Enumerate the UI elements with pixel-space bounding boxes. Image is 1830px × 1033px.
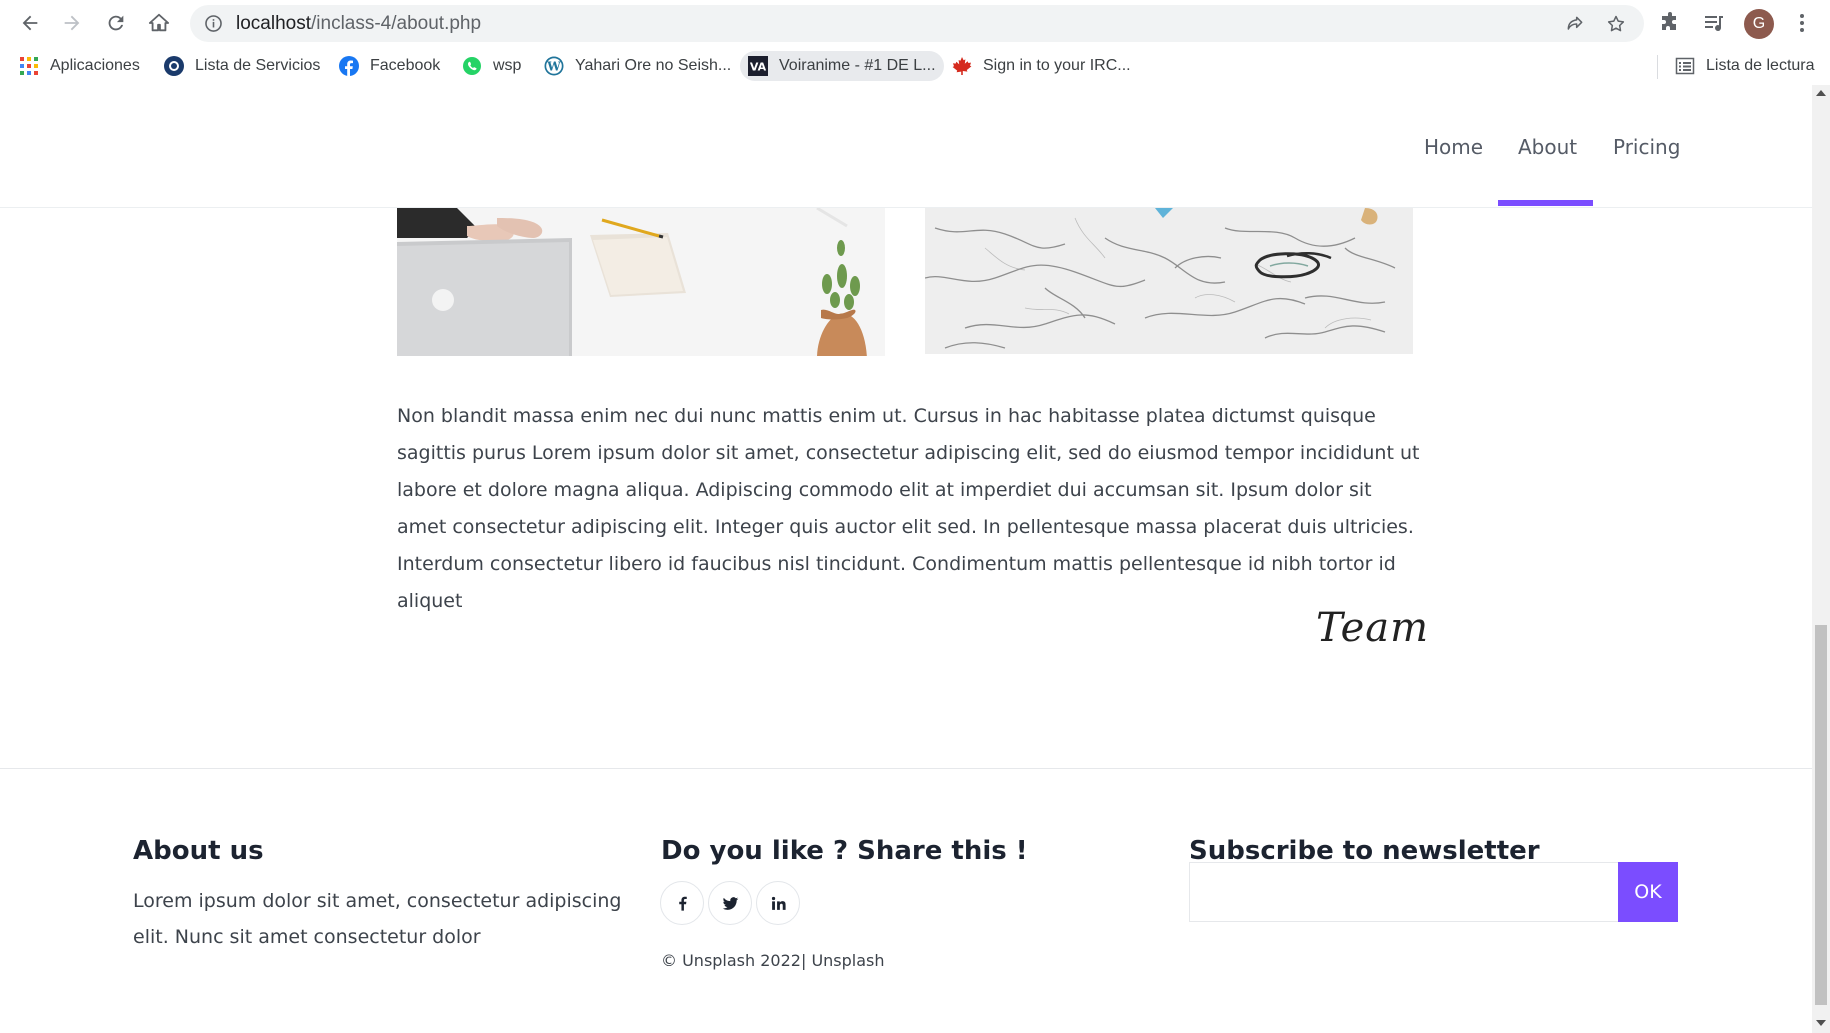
- site-footer: About us Lorem ipsum dolor sit amet, con…: [0, 768, 1812, 1033]
- back-button[interactable]: [15, 8, 45, 38]
- arrow-right-icon: [64, 15, 80, 31]
- voiranime-icon: VA: [748, 56, 768, 76]
- twitter-icon: [722, 896, 738, 910]
- reading-list-label: Lista de lectura: [1706, 57, 1815, 74]
- bookmark-label: wsp: [493, 57, 522, 74]
- page-scrollbar[interactable]: [1812, 85, 1830, 1033]
- marble-glasses-photo: [925, 208, 1413, 354]
- whatsapp-icon: [463, 57, 481, 75]
- browser-toolbar: localhost/inclass-4/about.php G: [0, 0, 1830, 47]
- media-control-icon[interactable]: [1702, 11, 1726, 35]
- linkedin-icon: [771, 896, 786, 910]
- svg-text:W: W: [546, 60, 561, 74]
- newsletter-submit-button[interactable]: OK: [1618, 862, 1678, 922]
- bookmark-label: Voiranime - #1 DE L...: [779, 57, 936, 74]
- bookmark-label: Lista de Servicios: [195, 57, 321, 74]
- copyright-text: © Unsplash 2022| Unsplash: [661, 951, 885, 970]
- nav-home-link[interactable]: Home: [1424, 135, 1483, 159]
- facebook-icon: [339, 56, 359, 76]
- bookmark-label: Aplicaciones: [50, 57, 140, 74]
- bookmark-lista-servicios[interactable]: Lista de Servicios: [164, 51, 320, 81]
- team-signature: Team: [1316, 605, 1430, 651]
- site-header: Home About Pricing: [0, 85, 1812, 208]
- twitter-share-button[interactable]: [708, 881, 752, 925]
- footer-share-title: Do you like ? Share this !: [661, 836, 1028, 866]
- star-icon[interactable]: [1606, 14, 1626, 34]
- page-viewport: Home About Pricing Non blandit massa eni…: [0, 85, 1812, 1033]
- linkedin-share-button[interactable]: [756, 881, 800, 925]
- bookmark-ircc[interactable]: Sign in to your IRC...: [952, 51, 1131, 81]
- info-icon[interactable]: [204, 14, 223, 33]
- nav-about-link[interactable]: About: [1518, 135, 1577, 159]
- scrollbar-thumb[interactable]: [1815, 625, 1827, 1005]
- facebook-icon: [678, 896, 687, 911]
- reading-list-icon: [1675, 57, 1695, 75]
- facebook-share-button[interactable]: [660, 881, 704, 925]
- bookmark-apps[interactable]: Aplicaciones: [19, 51, 140, 81]
- laptop-desk-photo: [397, 208, 885, 356]
- scroll-up-arrow-icon[interactable]: [1816, 90, 1826, 96]
- reading-list-button[interactable]: Lista de lectura: [1675, 51, 1815, 81]
- bookmark-wsp[interactable]: wsp: [462, 51, 521, 81]
- bookmark-yahari[interactable]: W Yahari Ore no Seish...: [544, 51, 731, 81]
- bookmark-label: Facebook: [370, 57, 441, 74]
- url-text[interactable]: localhost/inclass-4/about.php: [236, 13, 481, 35]
- extensions-icon[interactable]: [1658, 11, 1682, 35]
- bookmark-label: Yahari Ore no Seish...: [575, 57, 732, 74]
- services-icon: [164, 56, 184, 76]
- svg-text:VA: VA: [750, 61, 767, 74]
- reload-icon: [108, 15, 124, 31]
- bookmark-facebook[interactable]: Facebook: [339, 51, 440, 81]
- wordpress-icon: W: [544, 56, 564, 76]
- forward-button[interactable]: [57, 8, 87, 38]
- bookmark-label: Sign in to your IRC...: [983, 57, 1131, 74]
- nav-pricing-link[interactable]: Pricing: [1613, 135, 1680, 159]
- bookmarks-divider: [1657, 55, 1658, 79]
- footer-about-title: About us: [133, 836, 264, 866]
- maple-leaf-icon: [952, 57, 972, 75]
- home-button[interactable]: [144, 8, 174, 38]
- address-bar[interactable]: localhost/inclass-4/about.php: [190, 5, 1644, 42]
- scroll-down-arrow-icon[interactable]: [1816, 1020, 1826, 1026]
- bookmarks-bar: Aplicaciones Lista de Servicios Facebook…: [0, 47, 1830, 85]
- bookmark-voiranime[interactable]: VA Voiranime - #1 DE L...: [740, 51, 944, 81]
- more-menu-icon[interactable]: [1790, 11, 1814, 35]
- apps-grid-icon: [20, 57, 38, 75]
- footer-about-text: Lorem ipsum dolor sit amet, consectetur …: [133, 890, 622, 948]
- newsletter-email-input[interactable]: [1189, 862, 1619, 922]
- arrow-left-icon: [22, 15, 38, 31]
- active-nav-indicator: [1498, 200, 1593, 206]
- share-icon[interactable]: [1565, 14, 1585, 34]
- home-icon: [148, 13, 170, 32]
- reload-button[interactable]: [101, 8, 131, 38]
- profile-avatar[interactable]: G: [1744, 9, 1774, 39]
- url-host: localhost: [236, 13, 311, 34]
- about-paragraph: Non blandit massa enim nec dui nunc matt…: [397, 405, 1420, 612]
- url-path: /inclass-4/about.php: [311, 13, 482, 34]
